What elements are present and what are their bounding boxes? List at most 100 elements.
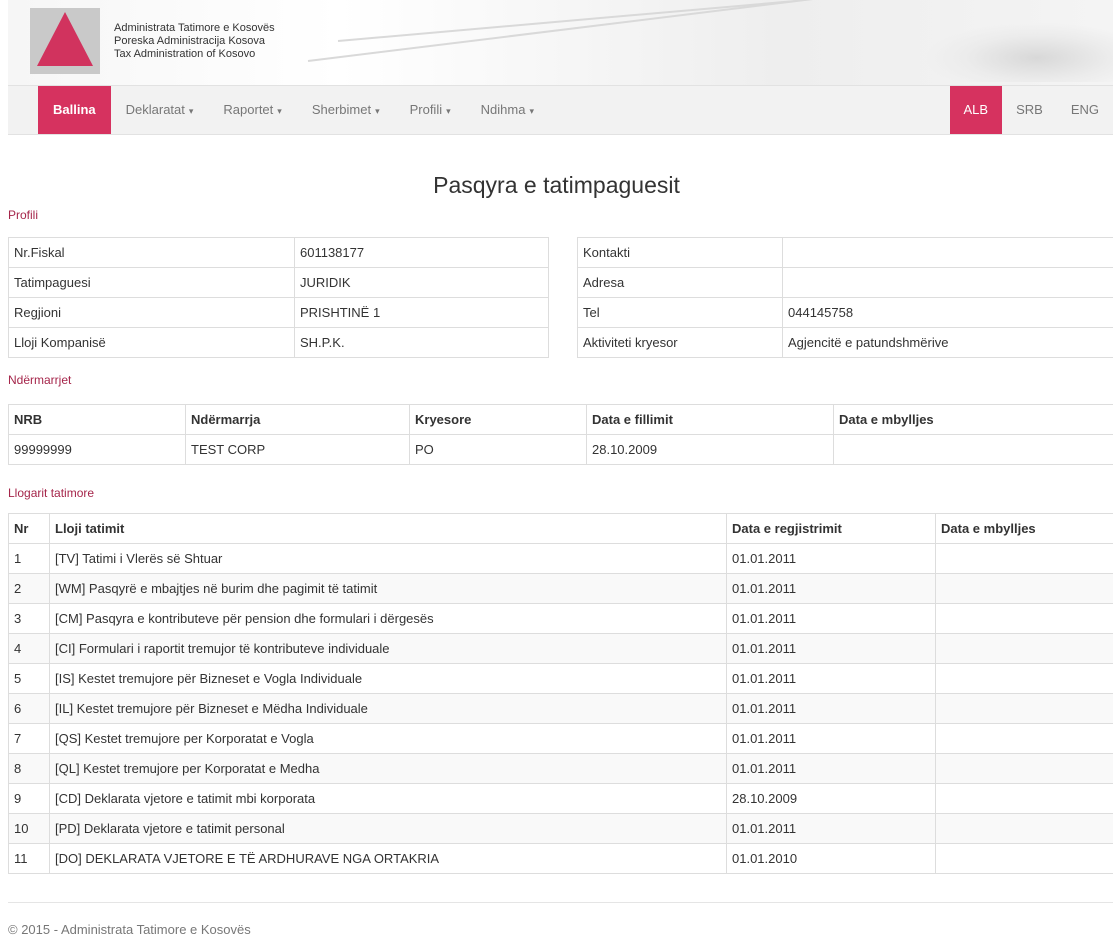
lang-eng[interactable]: ENG [1057, 86, 1113, 134]
section-enterprises-label: Ndërmarrjet [8, 373, 71, 387]
table-row: 4[CI] Formulari i raportit tremujor të k… [9, 634, 1113, 664]
column-header: Data e mbylljes [834, 405, 1113, 435]
column-header: Ndërmarrja [186, 405, 410, 435]
field-label: Tatimpaguesi [9, 268, 295, 298]
table-cell [936, 784, 1113, 814]
navbar: Ballina Deklaratat ▾ Raportet ▾ Sherbimet▾… [8, 85, 1113, 135]
field-value: PRISHTINË 1 [295, 298, 549, 328]
field-label: Nr.Fiskal [9, 238, 295, 268]
lang-alb[interactable]: ALB [950, 86, 1003, 134]
nav-item-sherbimet[interactable]: Sherbimet▾ [297, 86, 395, 134]
field-value: 601138177 [295, 238, 549, 268]
table-cell: 8 [9, 754, 50, 784]
table-row: Kontakti [578, 238, 1113, 268]
nav-item-profili[interactable]: Profili▾ [395, 86, 466, 134]
field-label: Adresa [578, 268, 783, 298]
field-label: Regjioni [9, 298, 295, 328]
header-banner: Administrata Tatimore e Kosovës Poreska … [8, 0, 1113, 88]
field-label: Kontakti [578, 238, 783, 268]
table-row: 9[CD] Deklarata vjetore e tatimit mbi ko… [9, 784, 1113, 814]
table-cell [834, 435, 1113, 465]
table-row: 6[IL] Kestet tremujore për Bizneset e Më… [9, 694, 1113, 724]
hand-illustration [923, 22, 1113, 82]
nav-item-ndihma[interactable]: Ndihma▾ [466, 86, 549, 134]
language-switcher: ALB SRB ENG [950, 86, 1113, 134]
field-value [783, 238, 1113, 268]
field-label: Lloji Kompanisë [9, 328, 295, 358]
table-cell: 6 [9, 694, 50, 724]
caret-down-icon: ▾ [375, 106, 380, 116]
table-cell [936, 544, 1113, 574]
table-header-row: Nr Lloji tatimit Data e regjistrimit Dat… [9, 514, 1113, 544]
table-cell: [QL] Kestet tremujore per Korporatat e M… [50, 754, 727, 784]
nav-item-label: Ndihma [481, 102, 526, 117]
nav-item-ballina[interactable]: Ballina [38, 86, 111, 134]
table-row: Aktiviteti kryesor Agjencitë e patundshm… [578, 328, 1113, 358]
table-cell: 01.01.2011 [727, 544, 936, 574]
banner-stripe [338, 0, 796, 42]
main-nav: Ballina Deklaratat ▾ Raportet ▾ Sherbimet▾… [38, 86, 549, 134]
table-row: 8[QL] Kestet tremujore per Korporatat e … [9, 754, 1113, 784]
caret-down-icon: ▾ [277, 106, 282, 116]
tax-accounts-body: 1[TV] Tatimi i Vlerës së Shtuar01.01.201… [9, 544, 1113, 874]
column-header: Kryesore [410, 405, 587, 435]
table-row: 10[PD] Deklarata vjetore e tatimit perso… [9, 814, 1113, 844]
table-cell: 28.10.2009 [587, 435, 834, 465]
nav-item-raportet[interactable]: Raportet ▾ [208, 86, 296, 134]
table-cell: 4 [9, 634, 50, 664]
table-row: 1[TV] Tatimi i Vlerës së Shtuar01.01.201… [9, 544, 1113, 574]
field-label: Tel [578, 298, 783, 328]
field-value: Agjencitë e patundshmërive [783, 328, 1113, 358]
nav-item-label: Profili [410, 102, 443, 117]
table-cell: [IS] Kestet tremujore për Bizneset e Vog… [50, 664, 727, 694]
nav-item-label: Deklaratat [126, 102, 185, 117]
column-header: Data e fillimit [587, 405, 834, 435]
table-row: 11[DO] DEKLARATA VJETORE E TË ARDHURAVE … [9, 844, 1113, 874]
table-row: 99999999 TEST CORP PO 28.10.2009 [9, 435, 1113, 465]
section-tax-accounts-label: Llogarit tatimore [8, 486, 94, 500]
table-cell: 9 [9, 784, 50, 814]
nav-item-deklaratat[interactable]: Deklaratat ▾ [111, 86, 209, 134]
table-cell [936, 634, 1113, 664]
table-row: 3[CM] Pasqyra e kontributeve për pension… [9, 604, 1113, 634]
table-cell: [PD] Deklarata vjetore e tatimit persona… [50, 814, 727, 844]
table-cell: 5 [9, 664, 50, 694]
table-cell: [CI] Formulari i raportit tremujor të ko… [50, 634, 727, 664]
logo-triangle-icon [37, 12, 93, 66]
enterprises-table: NRB Ndërmarrja Kryesore Data e fillimit … [8, 404, 1113, 465]
table-cell [936, 844, 1113, 874]
table-cell: 7 [9, 724, 50, 754]
org-name-english: Tax Administration of Kosovo [114, 48, 275, 61]
table-cell: 01.01.2011 [727, 664, 936, 694]
table-cell: 2 [9, 574, 50, 604]
table-cell [936, 604, 1113, 634]
table-cell [936, 694, 1113, 724]
column-header: Data e mbylljes [936, 514, 1113, 544]
caret-down-icon: ▾ [189, 106, 194, 116]
table-row: Lloji Kompanisë SH.P.K. [9, 328, 549, 358]
table-cell: 1 [9, 544, 50, 574]
table-cell: 11 [9, 844, 50, 874]
table-cell [936, 724, 1113, 754]
table-cell: [IL] Kestet tremujore për Bizneset e Mëd… [50, 694, 727, 724]
table-cell: 99999999 [9, 435, 186, 465]
table-cell: [DO] DEKLARATA VJETORE E TË ARDHURAVE NG… [50, 844, 727, 874]
table-cell: 01.01.2011 [727, 754, 936, 784]
column-header: Lloji tatimit [50, 514, 727, 544]
table-cell [936, 574, 1113, 604]
table-row: 2[WM] Pasqyrë e mbajtjes në burim dhe pa… [9, 574, 1113, 604]
table-cell: [CD] Deklarata vjetore e tatimit mbi kor… [50, 784, 727, 814]
table-cell: 01.01.2011 [727, 694, 936, 724]
table-row: Nr.Fiskal 601138177 [9, 238, 549, 268]
nav-item-label: Raportet [223, 102, 273, 117]
lang-srb[interactable]: SRB [1002, 86, 1057, 134]
banner-stripe [308, 0, 824, 62]
table-row: Regjioni PRISHTINË 1 [9, 298, 549, 328]
org-name-serbian: Poreska Administracija Kosova [114, 35, 275, 48]
column-header: Nr [9, 514, 50, 544]
table-cell: [WM] Pasqyrë e mbajtjes në burim dhe pag… [50, 574, 727, 604]
table-cell: [TV] Tatimi i Vlerës së Shtuar [50, 544, 727, 574]
column-header: Data e regjistrimit [727, 514, 936, 544]
table-cell: 01.01.2011 [727, 634, 936, 664]
field-value [783, 268, 1113, 298]
